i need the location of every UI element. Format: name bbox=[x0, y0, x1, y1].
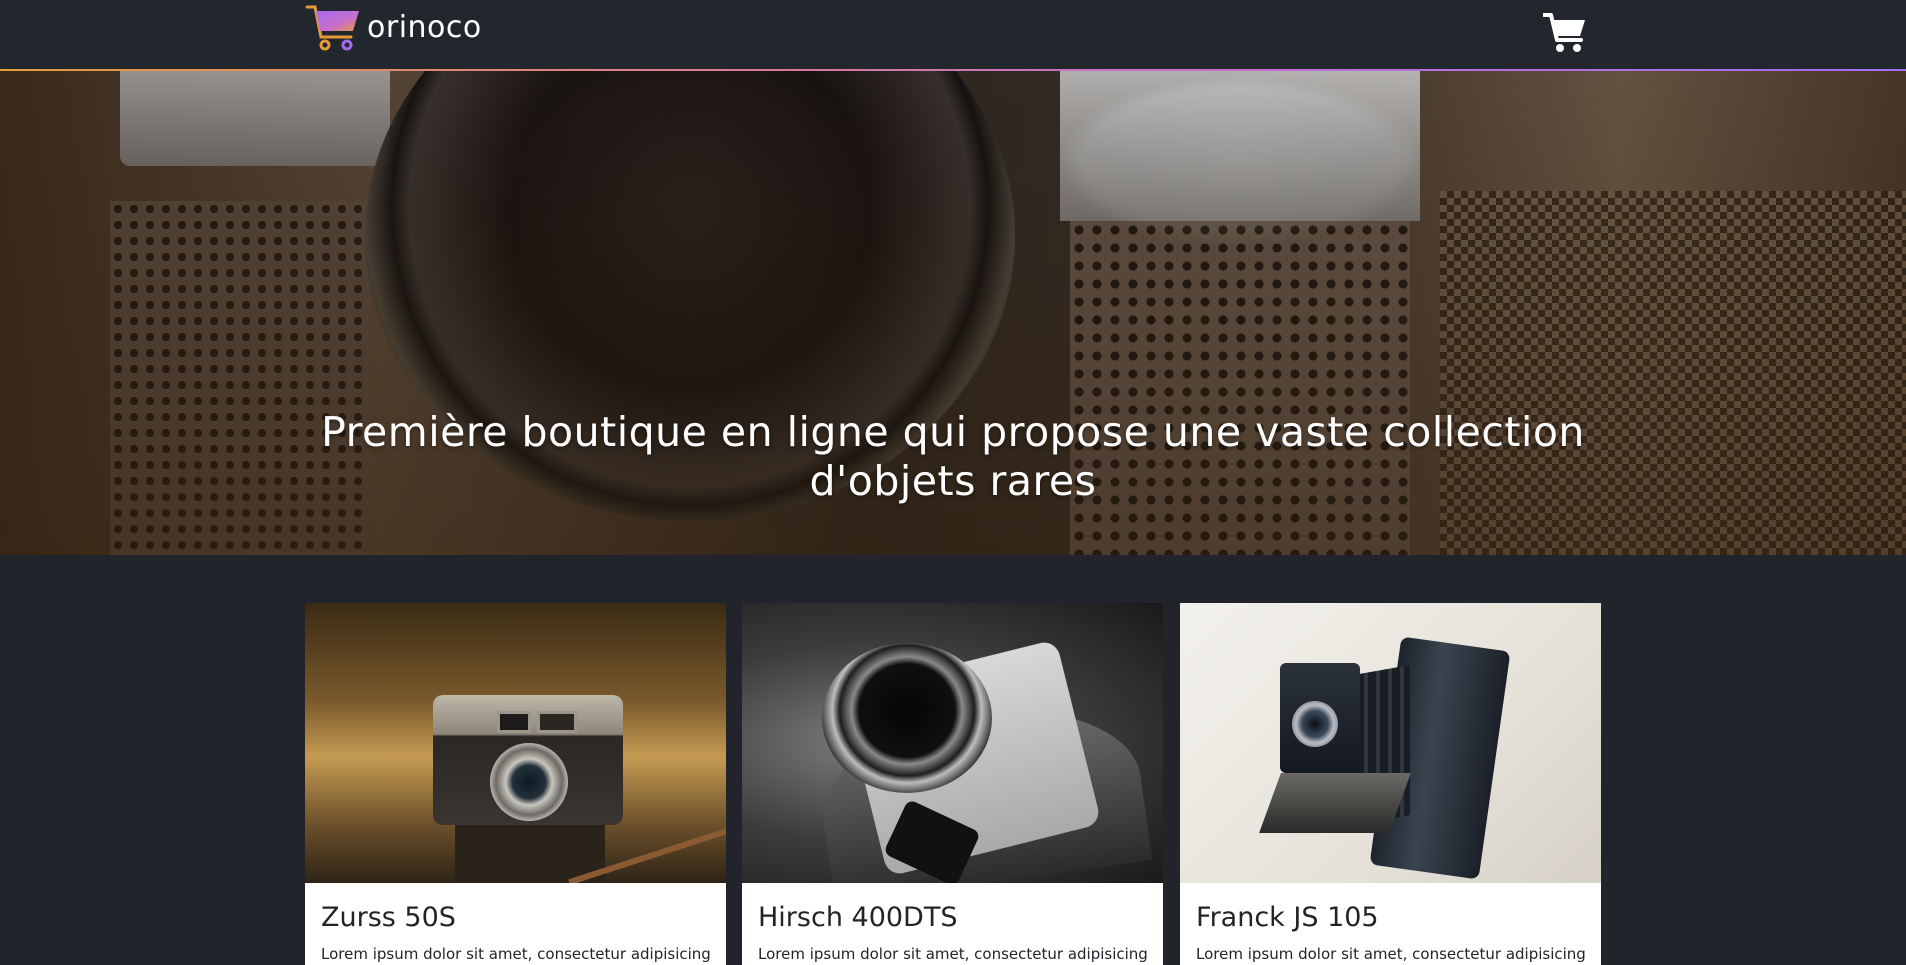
product-card[interactable]: Hirsch 400DTS Lorem ipsum dolor sit amet… bbox=[742, 603, 1163, 965]
product-card-body: Zurss 50S Lorem ipsum dolor sit amet, co… bbox=[305, 883, 726, 963]
product-description: Lorem ipsum dolor sit amet, consectetur … bbox=[321, 945, 711, 963]
product-description: Lorem ipsum dolor sit amet, consectetur … bbox=[1196, 945, 1586, 963]
shopping-cart-icon bbox=[1542, 13, 1587, 58]
product-card-body: Franck JS 105 Lorem ipsum dolor sit amet… bbox=[1180, 883, 1601, 963]
product-image bbox=[742, 603, 1163, 883]
product-image bbox=[1180, 603, 1601, 883]
product-name: Franck JS 105 bbox=[1196, 902, 1379, 933]
shopping-cart-gradient-icon bbox=[305, 3, 363, 51]
top-navbar: orinoco bbox=[0, 0, 1906, 70]
product-card[interactable]: Franck JS 105 Lorem ipsum dolor sit amet… bbox=[1180, 603, 1601, 965]
hero-title: Première boutique en ligne qui propose u… bbox=[321, 408, 1585, 505]
product-name: Hirsch 400DTS bbox=[758, 902, 958, 933]
product-card[interactable]: Zurss 50S Lorem ipsum dolor sit amet, co… bbox=[305, 603, 726, 965]
product-image bbox=[305, 603, 726, 883]
brand-home-link[interactable]: orinoco bbox=[305, 0, 482, 54]
product-grid: Zurss 50S Lorem ipsum dolor sit amet, co… bbox=[305, 603, 1601, 965]
brand-name: orinoco bbox=[367, 9, 482, 45]
product-name: Zurss 50S bbox=[321, 902, 456, 933]
product-card-body: Hirsch 400DTS Lorem ipsum dolor sit amet… bbox=[742, 883, 1163, 963]
hero-banner: Première boutique en ligne qui propose u… bbox=[0, 71, 1906, 555]
cart-button[interactable] bbox=[1542, 12, 1587, 58]
product-description: Lorem ipsum dolor sit amet, consectetur … bbox=[758, 945, 1148, 963]
